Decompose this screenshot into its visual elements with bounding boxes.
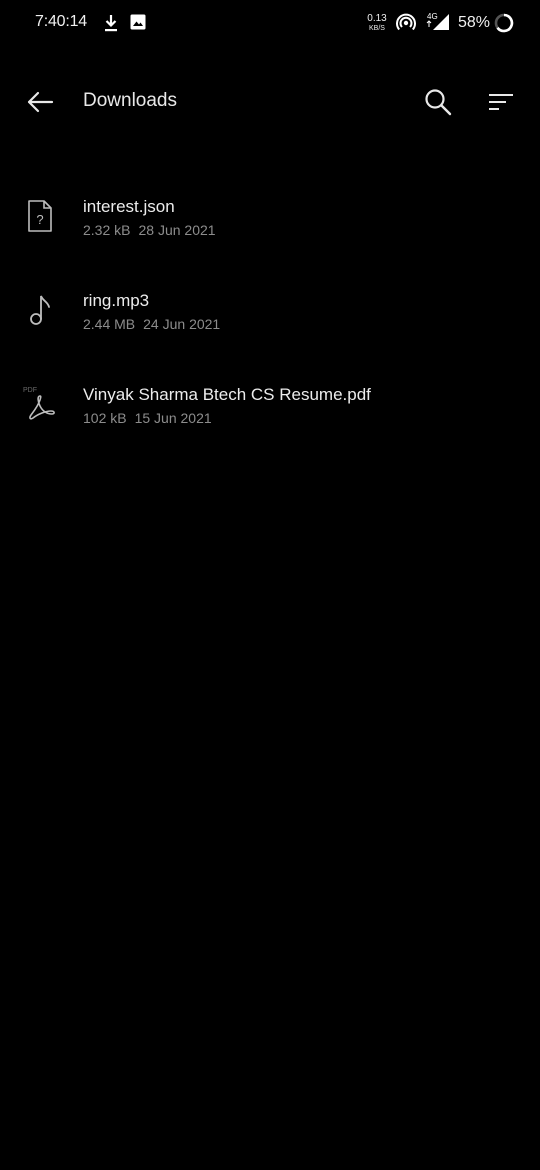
hotspot-icon (396, 13, 416, 38)
status-bar: 7:40:14 0.13 KB/S 4G 58% (0, 0, 540, 46)
toolbar: Downloads (0, 70, 540, 134)
back-button[interactable] (20, 82, 60, 122)
status-time: 7:40:14 (35, 13, 87, 30)
download-icon (103, 14, 119, 37)
file-item[interactable]: ring.mp3 2.44 MB 24 Jun 2021 (0, 262, 540, 356)
file-date: 15 Jun 2021 (134, 410, 212, 426)
pdf-icon: PDF (20, 384, 60, 424)
file-list: ? interest.json 2.32 kB 28 Jun 2021 ring.… (0, 168, 540, 450)
file-item[interactable]: PDF Vinyak Sharma Btech CS Resume.pdf 10… (0, 356, 540, 450)
image-icon (130, 14, 146, 35)
net-speed: 0.13 KB/S (366, 13, 388, 33)
sort-button[interactable] (481, 82, 521, 122)
file-date: 28 Jun 2021 (138, 222, 216, 238)
net-speed-value: 0.13 (367, 13, 387, 24)
file-size: 2.44 MB (83, 316, 136, 332)
file-size: 2.32 kB (83, 222, 131, 238)
file-meta: 2.32 kB 28 Jun 2021 (83, 222, 216, 238)
downloads-screen: 7:40:14 0.13 KB/S 4G 58% Downloads ? int… (0, 0, 540, 1170)
net-speed-unit: KB/S (369, 25, 385, 32)
unknown-file-icon: ? (20, 196, 60, 236)
back-arrow-icon (27, 91, 54, 113)
music-note-icon (20, 290, 60, 330)
signal-icon: 4G (424, 11, 450, 38)
file-name: Vinyak Sharma Btech CS Resume.pdf (83, 385, 371, 404)
file-meta: 102 kB 15 Jun 2021 (83, 410, 212, 426)
network-type-label: 4G (427, 12, 438, 21)
file-item[interactable]: ? interest.json 2.32 kB 28 Jun 2021 (0, 168, 540, 262)
battery-percent: 58% (458, 14, 491, 31)
sort-icon (489, 94, 513, 110)
file-size: 102 kB (83, 410, 127, 426)
page-title: Downloads (83, 90, 177, 111)
file-name: ring.mp3 (83, 291, 150, 310)
pdf-icon-label: PDF (23, 387, 37, 394)
svg-text:?: ? (36, 212, 43, 227)
file-date: 24 Jun 2021 (143, 316, 221, 332)
search-icon (425, 89, 452, 116)
search-button[interactable] (418, 82, 458, 122)
battery-ring-icon (494, 13, 514, 38)
file-name: interest.json (83, 197, 175, 216)
file-meta: 2.44 MB 24 Jun 2021 (83, 316, 220, 332)
